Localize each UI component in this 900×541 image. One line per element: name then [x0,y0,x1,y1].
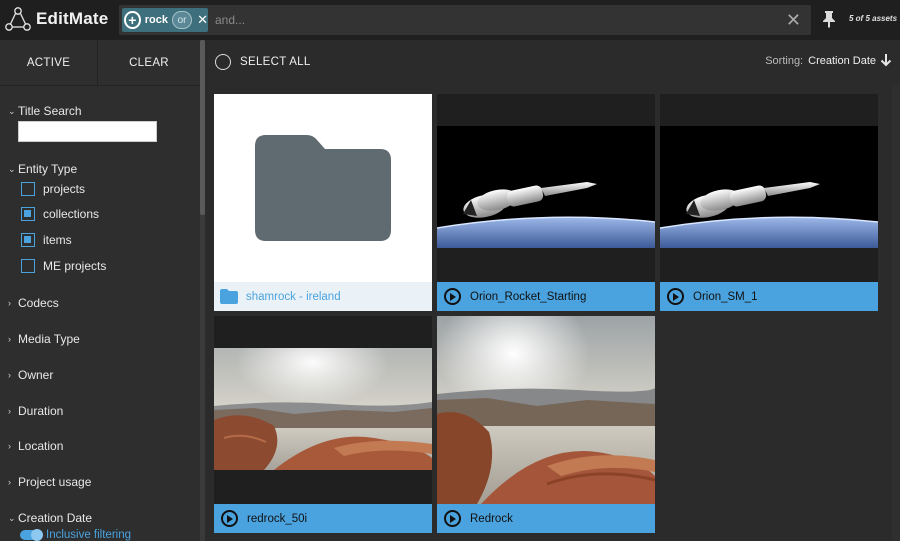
sidebar-tabs: ACTIVE CLEAR [0,40,200,86]
card-label-bar: Orion_Rocket_Starting [437,282,655,311]
section-media-type[interactable]: › Media Type [8,332,80,346]
checkbox-label: collections [43,207,100,221]
chevron-down-icon: ⌄ [8,512,16,523]
section-codecs[interactable]: › Codecs [8,296,59,310]
select-all[interactable]: SELECT ALL [215,54,311,70]
video-thumbnail [437,316,655,504]
card-title: Redrock [470,512,513,525]
sorting-label: Sorting: [765,55,804,67]
search-bar[interactable]: + rock or ✕ ✕ [119,5,811,35]
arrow-down-icon[interactable] [880,53,892,67]
chevron-right-icon: › [8,477,11,487]
play-icon[interactable] [667,288,684,305]
checkbox-label: items [43,233,72,247]
video-thumbnail [660,126,878,248]
asset-card[interactable]: shamrock - ireland [214,94,432,311]
app-name: EditMate [36,9,109,28]
pin-icon[interactable] [822,10,836,28]
filter-chip[interactable]: + rock or ✕ [122,8,208,32]
entity-option-projects[interactable]: projects [21,182,85,196]
section-label: Entity Type [18,162,78,176]
section-location[interactable]: › Location [8,439,63,453]
card-label-bar: Orion_SM_1 [660,282,878,311]
section-label: Duration [18,404,64,418]
chevron-right-icon: › [8,298,11,308]
remove-chip-icon[interactable]: ✕ [197,12,208,28]
checkbox[interactable] [21,182,35,196]
asset-card[interactable]: redrock_50i [214,316,432,533]
asset-grid-panel: SELECT ALL Sorting: Creation Date shamro… [205,40,900,541]
card-title: redrock_50i [247,512,308,525]
checkbox[interactable] [21,207,35,221]
video-thumbnail [214,348,432,470]
logo[interactable]: EditMate [0,0,118,40]
asset-card[interactable]: Orion_Rocket_Starting [437,94,655,311]
toggle-switch[interactable] [20,529,43,541]
editmate-app: EditMate + rock or ✕ ✕ 5 of 5 assets ACT… [0,0,900,541]
card-label-bar: redrock_50i [214,504,432,533]
play-icon[interactable] [444,288,461,305]
inclusive-filtering-toggle[interactable]: Inclusive filtering [20,529,131,541]
chevron-down-icon: ⌄ [8,163,16,174]
section-duration[interactable]: › Duration [8,404,63,418]
section-creation-date[interactable]: ⌄ Creation Date [8,511,92,525]
clear-search-icon[interactable]: ✕ [786,10,801,30]
card-title: shamrock - ireland [246,290,341,303]
card-label-bar: Redrock [437,504,655,533]
chip-label: rock [144,14,168,26]
asset-count: 5 of 5 assets [849,14,898,23]
checkbox-label: ME projects [43,259,107,273]
play-icon[interactable] [444,510,461,527]
section-label: Creation Date [18,511,93,525]
entity-option-items[interactable]: items [21,233,72,247]
section-label: Title Search [18,104,82,118]
section-label: Owner [18,368,54,382]
checkbox-label: projects [43,182,86,196]
top-bar: EditMate + rock or ✕ ✕ 5 of 5 assets [0,0,900,40]
section-title-search[interactable]: ⌄ Title Search [8,104,82,118]
section-label: Project usage [18,475,92,489]
section-label: Location [18,439,64,453]
entity-option-collections[interactable]: collections [21,207,99,221]
logo-icon [5,7,31,31]
card-title: Orion_SM_1 [693,290,758,303]
asset-card[interactable]: Orion_SM_1 [660,94,878,311]
checkbox[interactable] [21,233,35,247]
add-icon[interactable]: + [124,11,141,29]
sorting-control[interactable]: Sorting: Creation Date [765,55,876,67]
select-all-label: SELECT ALL [240,56,311,68]
chevron-right-icon: › [8,406,11,416]
filter-sidebar: ACTIVE CLEAR ⌄ Title Search ⌄ Entity Typ… [0,40,200,541]
video-thumbnail [437,126,655,248]
chevron-right-icon: › [8,441,11,451]
sorting-value[interactable]: Creation Date [808,55,876,67]
section-owner[interactable]: › Owner [8,368,53,382]
tab-active[interactable]: ACTIVE [0,40,97,86]
search-input[interactable] [215,5,775,35]
checkbox[interactable] [21,259,35,273]
folder-icon [255,135,391,241]
card-title: Orion_Rocket_Starting [470,290,587,303]
toggle-label: Inclusive filtering [46,529,132,541]
select-all-radio[interactable] [215,54,231,70]
asset-card[interactable]: Redrock [437,316,655,533]
chevron-right-icon: › [8,334,11,344]
entity-option-me-projects[interactable]: ME projects [21,259,106,273]
chevron-down-icon: ⌄ [8,105,16,116]
chevron-right-icon: › [8,370,11,380]
section-project-usage[interactable]: › Project usage [8,475,91,489]
section-label: Codecs [18,296,59,310]
chip-operator-toggle[interactable]: or [171,11,193,29]
title-search-field[interactable] [18,121,157,142]
section-label: Media Type [18,332,80,346]
section-entity-type[interactable]: ⌄ Entity Type [8,162,77,176]
card-label-bar: shamrock - ireland [214,282,432,311]
play-icon[interactable] [221,510,238,527]
folder-icon [220,289,238,304]
tab-clear[interactable]: CLEAR [97,40,200,86]
grid-scrollbar[interactable] [892,85,900,541]
